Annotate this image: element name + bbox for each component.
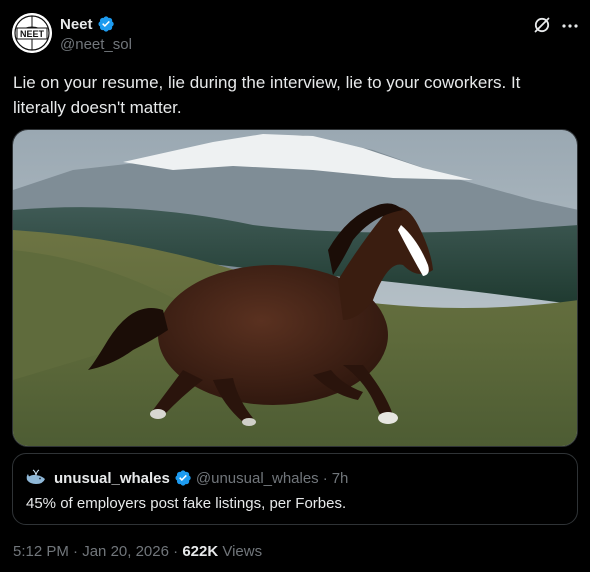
post-meta: 5:12 PM · Jan 20, 2026 · 622K Views: [13, 543, 262, 560]
quote-timestamp[interactable]: 7h: [332, 470, 349, 487]
author-display-name[interactable]: Neet: [60, 16, 93, 33]
post-text: Lie on your resume, lie during the inter…: [13, 73, 521, 117]
verified-badge-icon: [175, 470, 191, 486]
more-icon[interactable]: [560, 16, 580, 36]
views-count[interactable]: 622K: [182, 543, 218, 560]
meta-separator: ·: [173, 543, 179, 560]
verified-badge-icon: [97, 16, 114, 32]
post-time[interactable]: 5:12 PM: [13, 543, 69, 560]
running-horse-photo: [13, 130, 577, 446]
quote-display-name[interactable]: unusual_whales: [54, 470, 170, 487]
quoted-post[interactable]: unusual_whales @unusual_whales · 7h 45% …: [12, 453, 578, 525]
quote-text: 45% of employers post fake listings, per…: [26, 495, 347, 512]
meta-separator: ·: [73, 543, 79, 560]
quote-handle[interactable]: @unusual_whales: [196, 470, 319, 487]
author-handle[interactable]: @neet_sol: [60, 36, 132, 53]
post-media-image[interactable]: [12, 129, 578, 447]
author-avatar[interactable]: NEET: [12, 13, 52, 53]
whale-icon: [26, 469, 45, 484]
grok-icon[interactable]: [532, 15, 552, 35]
svg-text:NEET: NEET: [20, 29, 45, 39]
author-name-row: Neet: [60, 15, 115, 33]
post-card[interactable]: NEET Neet @neet_sol Lie on your resume, …: [0, 0, 590, 572]
views-label: Views: [222, 543, 263, 560]
quote-separator: ·: [322, 469, 328, 487]
post-date[interactable]: Jan 20, 2026: [82, 543, 169, 560]
quote-name-row: unusual_whales @unusual_whales · 7h: [54, 469, 348, 487]
